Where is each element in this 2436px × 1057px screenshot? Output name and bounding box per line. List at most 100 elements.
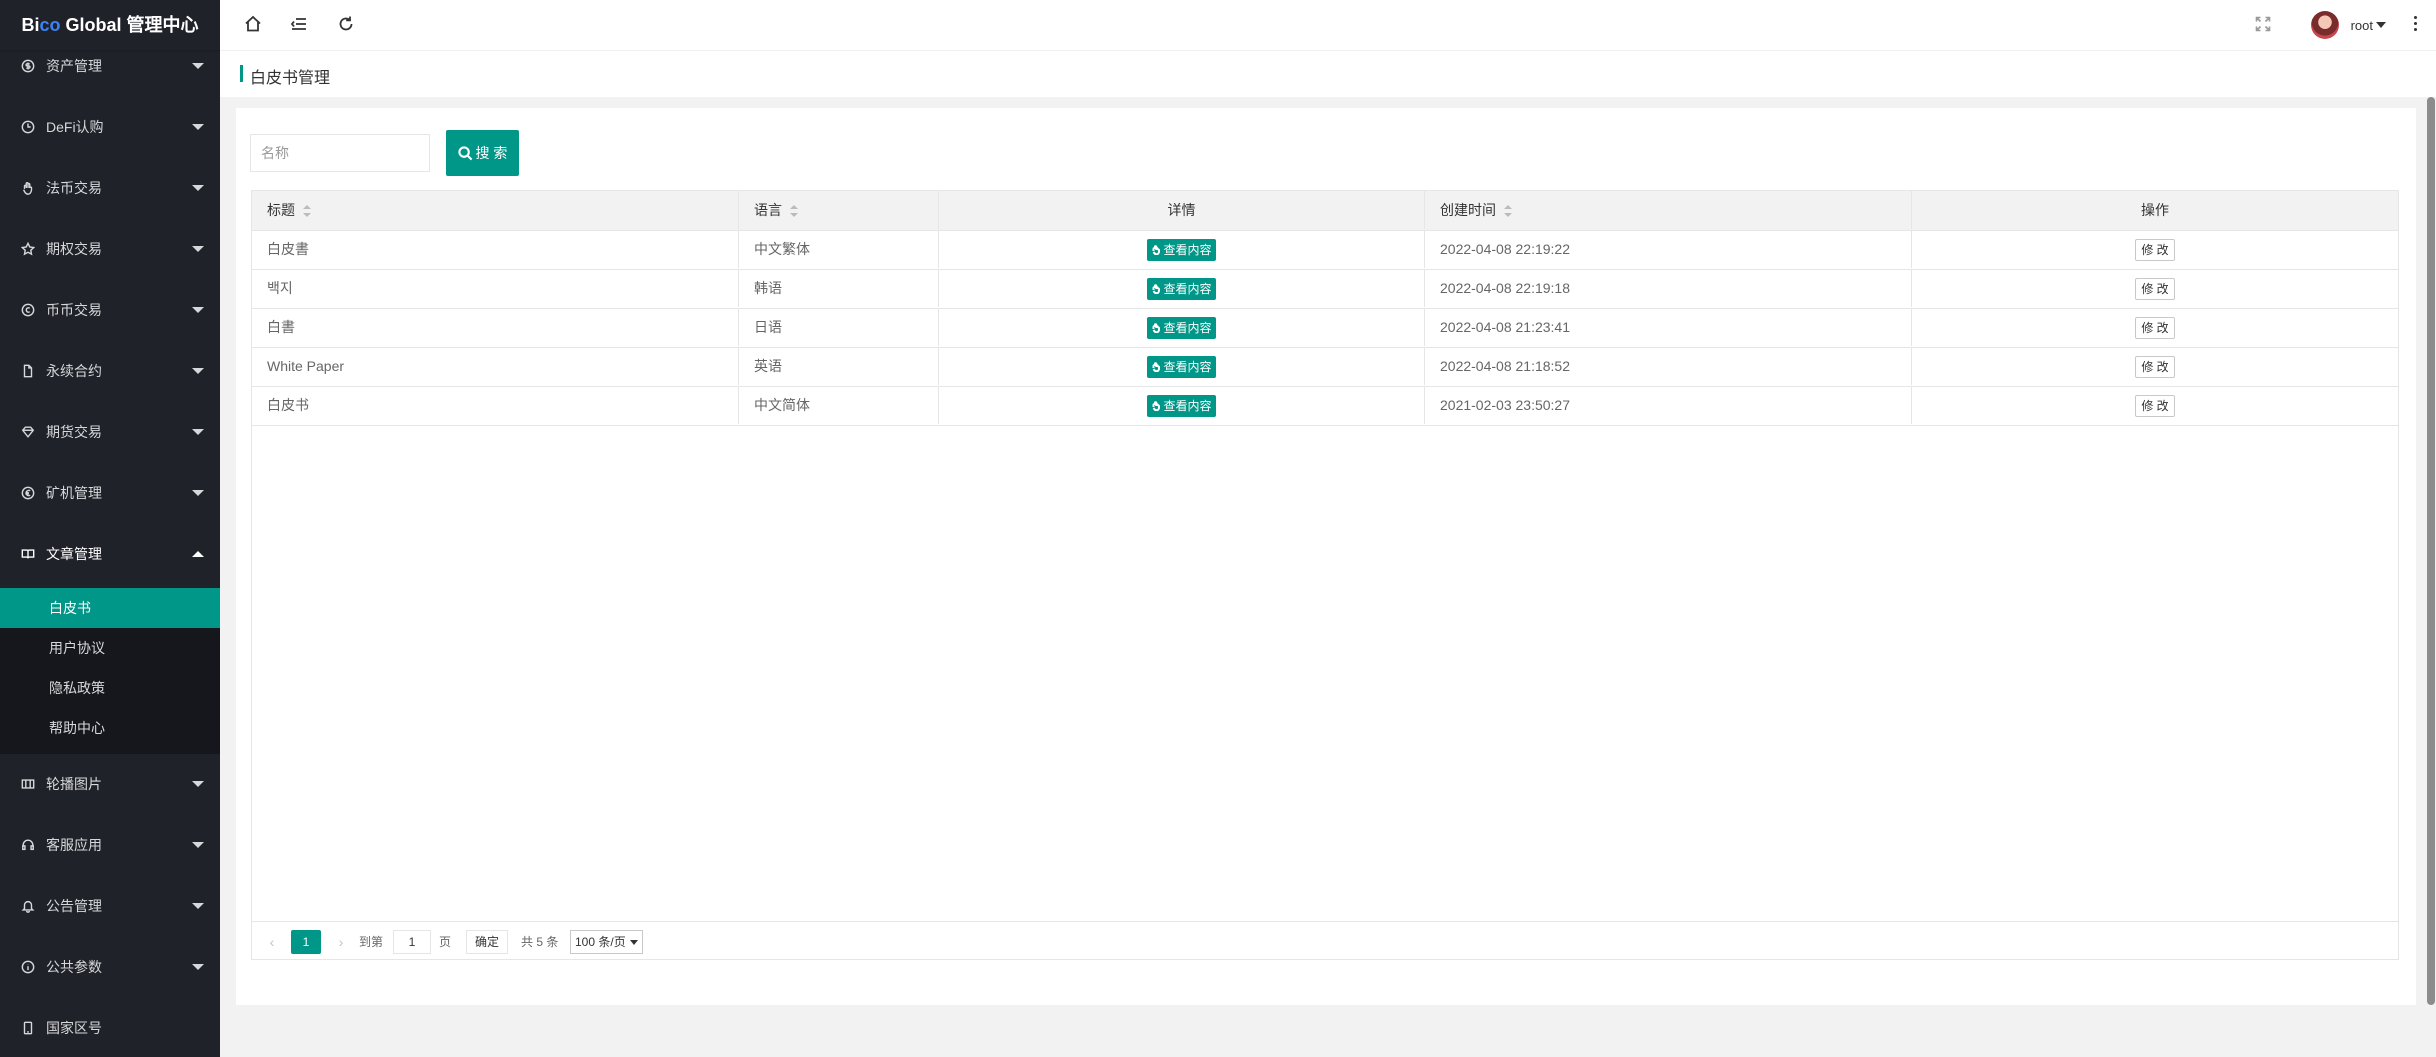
sidebar-item-spot[interactable]: 币币交易: [0, 280, 220, 340]
sidebar-item-banners[interactable]: 轮播图片: [0, 754, 220, 814]
sidebar-item-label: 矿机管理: [46, 485, 102, 501]
dollar-icon: [20, 58, 36, 74]
sidebar-item-announcements[interactable]: 公告管理: [0, 876, 220, 936]
chevron-down-icon: [192, 842, 204, 848]
column-header-label: 语言: [754, 202, 782, 218]
avatar: [2310, 11, 2339, 39]
sidebar: Bico Global 管理中心 资产管理 DeFi认购 法币交易 期权交易 币…: [0, 0, 220, 1057]
column-header-details: 详情: [939, 191, 1425, 229]
column-header-actions: 操作: [2141, 202, 2169, 218]
table-header: 标题 语言 详情 创建时间 操作: [252, 191, 2398, 231]
view-content-button[interactable]: 查看内容: [1147, 278, 1216, 301]
goto-page-input[interactable]: 1: [393, 930, 431, 954]
sidebar-item-articles[interactable]: 文章管理: [0, 524, 220, 584]
sidebar-item-country-codes[interactable]: 国家区号: [0, 998, 220, 1057]
view-content-button[interactable]: 查看内容: [1147, 395, 1216, 418]
cell-actions: 修 改: [1912, 386, 2398, 424]
edit-button[interactable]: 修 改: [2135, 356, 2175, 379]
chevron-down-icon: [192, 185, 204, 191]
cell-language: 中文繁体: [739, 230, 939, 268]
cell-language: 中文简体: [739, 386, 939, 424]
per-page-select[interactable]: 100 条/页: [570, 930, 643, 954]
column-header-language[interactable]: 语言: [739, 191, 939, 229]
bell-icon: [20, 898, 36, 914]
current-page[interactable]: 1: [291, 930, 321, 954]
edit-button[interactable]: 修 改: [2135, 395, 2175, 418]
sort-icon[interactable]: [790, 205, 798, 218]
table-row: White Paper 英语 查看内容 2022-04-08 21:18:52 修 改: [252, 347, 2398, 387]
sidebar-item-label: 永续合约: [46, 363, 102, 379]
hand-icon: [1152, 323, 1161, 334]
cell-details: 查看内容: [939, 269, 1425, 307]
sidebar-item-miner[interactable]: 矿机管理: [0, 463, 220, 523]
sidebar-subitem-help-center[interactable]: 帮助中心: [0, 708, 220, 748]
clock-icon: [20, 119, 36, 135]
collapse-menu-icon[interactable]: [290, 15, 310, 35]
view-content-label: 查看内容: [1163, 360, 1212, 375]
hand-icon: [1152, 245, 1161, 256]
chevron-down-icon: [192, 429, 204, 435]
total-count: 共 5 条: [521, 935, 559, 949]
diamond-icon: [20, 424, 36, 440]
user-menu[interactable]: root: [2310, 11, 2386, 39]
sidebar-subitem-user-agreement[interactable]: 用户协议: [0, 628, 220, 668]
chevron-up-icon: [192, 551, 204, 557]
sidebar-item-assets[interactable]: 资产管理: [0, 36, 220, 96]
cell-created-time: 2022-04-08 22:19:22: [1425, 230, 1912, 268]
page-scrollbar[interactable]: [2426, 97, 2436, 1005]
hand-icon: [1152, 284, 1161, 295]
cell-title: 白書: [252, 308, 739, 346]
refresh-icon[interactable]: [337, 15, 357, 35]
column-header-title[interactable]: 标题: [252, 191, 739, 229]
sidebar-item-options[interactable]: 期权交易: [0, 219, 220, 279]
view-content-label: 查看内容: [1163, 399, 1212, 414]
cell-title: 白皮书: [252, 386, 739, 424]
edit-button[interactable]: 修 改: [2135, 239, 2175, 262]
sort-icon[interactable]: [303, 205, 311, 218]
sidebar-item-perpetual[interactable]: 永续合约: [0, 341, 220, 401]
sidebar-item-label: 期货交易: [46, 424, 102, 440]
home-icon[interactable]: [244, 15, 264, 35]
sidebar-item-label: 法币交易: [46, 180, 102, 196]
chevron-down-icon: [192, 246, 204, 252]
search-button[interactable]: 搜 索: [446, 130, 519, 176]
cell-title: White Paper: [252, 347, 739, 385]
hand-icon: [1152, 401, 1161, 412]
cell-language: 英语: [739, 347, 939, 385]
column-header-label: 标题: [267, 202, 295, 218]
chevron-down-icon: [192, 903, 204, 909]
page-unit-label: 页: [439, 935, 452, 949]
sidebar-item-futures[interactable]: 期货交易: [0, 402, 220, 462]
chevron-down-icon: [192, 307, 204, 313]
sidebar-subitem-whitepaper[interactable]: 白皮书: [0, 588, 220, 628]
goto-confirm-button[interactable]: 确定: [466, 930, 509, 954]
cell-details: 查看内容: [939, 386, 1425, 424]
view-content-button[interactable]: 查看内容: [1147, 317, 1216, 340]
sidebar-subitem-privacy-policy[interactable]: 隐私政策: [0, 668, 220, 708]
edit-button[interactable]: 修 改: [2135, 278, 2175, 301]
edit-button[interactable]: 修 改: [2135, 317, 2175, 340]
sidebar-item-parameters[interactable]: 公共参数: [0, 937, 220, 997]
fullscreen-icon[interactable]: [2255, 16, 2271, 37]
sort-icon[interactable]: [1504, 205, 1512, 218]
sidebar-item-label: 国家区号: [46, 1020, 102, 1036]
cell-actions: 修 改: [1912, 230, 2398, 268]
sidebar-item-label: 文章管理: [46, 546, 102, 562]
sidebar-item-defi[interactable]: DeFi认购: [0, 97, 220, 157]
headset-icon: [20, 837, 36, 853]
cell-actions: 修 改: [1912, 347, 2398, 385]
chevron-down-icon: [192, 368, 204, 374]
view-content-button[interactable]: 查看内容: [1147, 239, 1216, 262]
search-input[interactable]: 名称: [250, 134, 430, 172]
column-header-created[interactable]: 创建时间: [1425, 191, 1912, 229]
prev-page-icon[interactable]: ‹: [264, 931, 280, 953]
sidebar-item-label: 币币交易: [46, 302, 102, 318]
sidebar-item-support[interactable]: 客服应用: [0, 815, 220, 875]
scrollbar-thumb[interactable]: [2427, 97, 2435, 1005]
next-page-icon[interactable]: ›: [333, 931, 349, 953]
more-vertical-icon[interactable]: [2414, 16, 2418, 34]
cell-language: 韩语: [739, 269, 939, 307]
view-content-button[interactable]: 查看内容: [1147, 356, 1216, 379]
chevron-down-icon: [192, 490, 204, 496]
sidebar-item-fiat[interactable]: 法币交易: [0, 158, 220, 218]
